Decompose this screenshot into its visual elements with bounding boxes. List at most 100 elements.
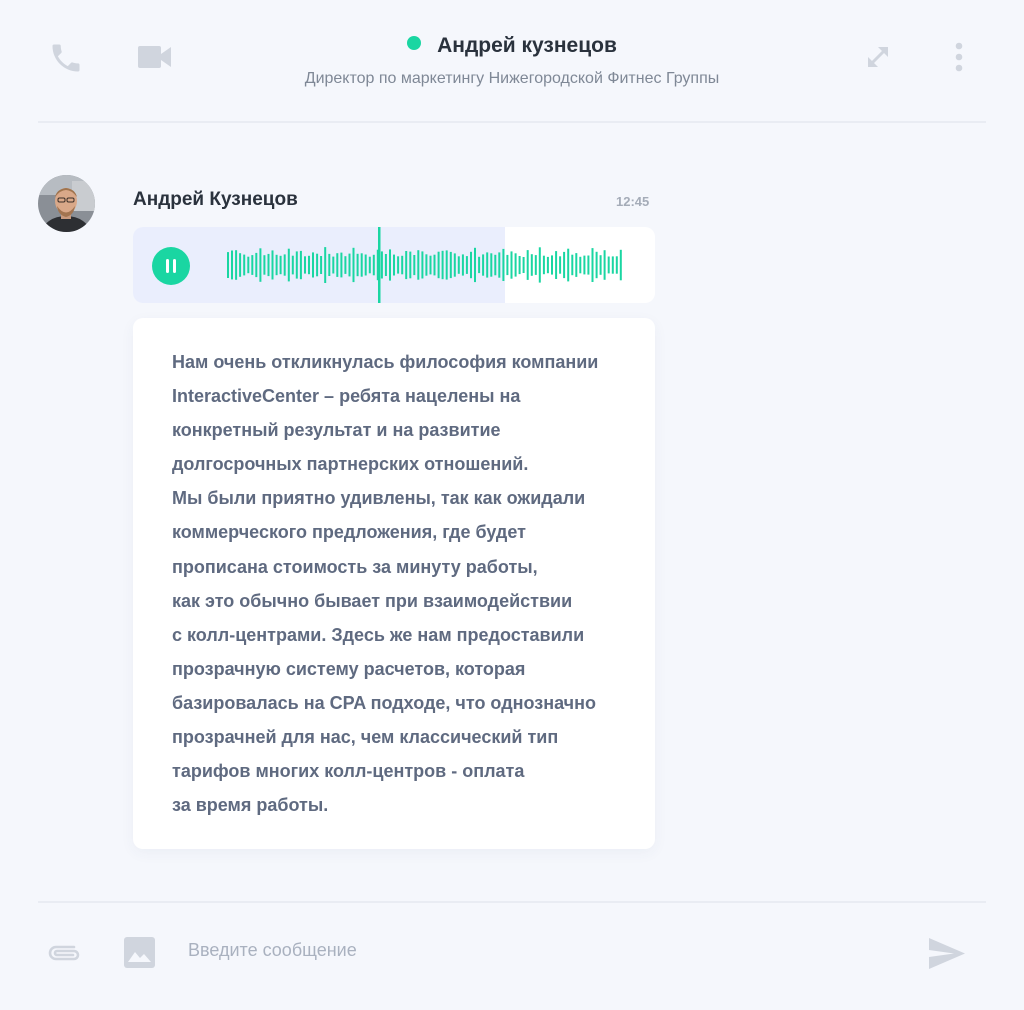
send-icon[interactable]	[928, 937, 966, 970]
waveform-bar	[344, 256, 347, 274]
waveform-bar	[239, 253, 242, 277]
waveform-bar	[486, 252, 489, 278]
waveform-bar	[340, 252, 343, 278]
waveform-bar	[555, 251, 558, 279]
waveform-bar	[494, 254, 497, 276]
waveform-bar	[587, 255, 590, 275]
message-input[interactable]: Введите сообщение	[188, 940, 357, 961]
expand-icon[interactable]	[864, 43, 892, 71]
waveform-bar	[470, 251, 472, 279]
waveform-bar	[283, 254, 286, 276]
contact-name-text: Андрей кузнецов	[437, 34, 617, 57]
waveform-bar	[271, 250, 274, 280]
more-vertical-icon[interactable]	[950, 40, 968, 74]
waveform-bar	[425, 254, 428, 276]
message-text-line: тарифов многих колл-центров - оплата	[172, 761, 525, 782]
waveform-bar	[575, 253, 578, 277]
waveform-bar	[401, 255, 404, 275]
waveform-bar	[243, 254, 246, 276]
waveform-bar	[316, 253, 319, 277]
waveform-bar	[583, 255, 586, 275]
waveform-bar	[299, 250, 302, 280]
header-divider	[38, 121, 986, 123]
waveform-bar	[393, 254, 395, 276]
waveform-bar	[522, 257, 525, 273]
message-text-line: за время работы.	[172, 795, 329, 816]
waveform-bar	[259, 248, 262, 282]
waveform-bar	[409, 251, 412, 279]
message-text-line: базировалась на CPA подходе, что однозна…	[172, 692, 596, 713]
message-text-line: прописана стоимость за минуту работы,	[172, 556, 538, 577]
waveform-bar	[506, 254, 509, 276]
waveform-bar	[372, 254, 375, 276]
playhead[interactable]	[378, 227, 381, 303]
message-text-line: Мы были приятно удивлены, так как ожидал…	[172, 488, 586, 509]
message-text-line: Нам очень откликнулась философия компани…	[172, 352, 599, 372]
waveform-bar	[437, 251, 440, 279]
waveform-bar	[324, 247, 327, 283]
message-text-line: долгосрочных партнерских отношений.	[172, 454, 529, 475]
waveform-bar	[603, 250, 606, 280]
waveform-bar	[332, 256, 335, 274]
waveform-bar	[567, 248, 570, 282]
waveform-bar	[595, 251, 598, 279]
avatar[interactable]	[38, 175, 95, 232]
message-text-line: как это обычно бывает при взаимодействии	[172, 590, 573, 611]
text-message-bubble: Нам очень откликнулась философия компани…	[133, 318, 655, 849]
contact-subtitle: Директор по маркетингу Нижегородской Фит…	[304, 70, 720, 87]
waveform-bar	[429, 255, 432, 275]
waveform-bar	[433, 254, 436, 276]
waveform-bar	[453, 253, 456, 277]
waveform-bar	[502, 248, 505, 281]
waveform-bar	[356, 253, 359, 277]
waveform-bar	[227, 252, 229, 278]
waveform-bar	[619, 249, 622, 281]
paperclip-icon[interactable]	[44, 939, 84, 967]
waveform-bar	[591, 248, 594, 282]
pause-icon[interactable]	[152, 247, 190, 285]
waveform-bar	[615, 256, 618, 274]
waveform-bar	[352, 247, 355, 283]
waveform-bar	[514, 253, 517, 277]
waveform-bar	[336, 253, 339, 277]
message-text-line: коммерческого предложения, где будет	[172, 522, 526, 543]
waveform-bar	[530, 254, 533, 276]
waveform-bar	[384, 254, 387, 276]
waveform-bar	[235, 250, 238, 280]
waveform-bar	[267, 253, 270, 277]
voice-waveform[interactable]	[227, 227, 627, 303]
image-icon[interactable]	[124, 937, 155, 968]
waveform-bar	[559, 256, 562, 274]
waveform-bar	[546, 256, 549, 274]
waveform-bar	[380, 251, 383, 279]
waveform-bar	[510, 251, 513, 279]
waveform-bar	[482, 254, 485, 276]
waveform-bar	[579, 256, 582, 274]
waveform-bar	[474, 247, 476, 283]
waveform-bar	[308, 255, 310, 275]
waveform-bar	[478, 256, 481, 274]
waveform-bar	[538, 247, 541, 283]
waveform-bar	[518, 256, 521, 275]
waveform-bar	[279, 255, 282, 275]
waveform-bar	[445, 250, 448, 280]
waveform-bar	[421, 251, 424, 279]
waveform-bar	[255, 252, 258, 278]
message-time: 12:45	[616, 194, 650, 209]
waveform-bar	[551, 255, 553, 275]
waveform-bar	[287, 248, 290, 282]
waveform-bar	[498, 252, 501, 278]
waveform-bar	[417, 250, 420, 280]
waveform-bar	[465, 256, 468, 274]
waveform-bar	[320, 256, 323, 274]
waveform-bar	[457, 256, 460, 274]
waveform-bar	[348, 253, 351, 277]
waveform-bar	[312, 252, 314, 278]
waveform-bar	[599, 255, 602, 275]
composer-divider	[38, 901, 986, 903]
chat-header: Андрей кузнецов Директор по маркетингу Н…	[0, 0, 1024, 122]
waveform-bar	[542, 255, 545, 275]
waveform-bar	[461, 254, 464, 276]
waveform-bar	[251, 255, 254, 275]
message-text-line: с колл-центрами. Здесь же нам предостави…	[172, 624, 585, 645]
